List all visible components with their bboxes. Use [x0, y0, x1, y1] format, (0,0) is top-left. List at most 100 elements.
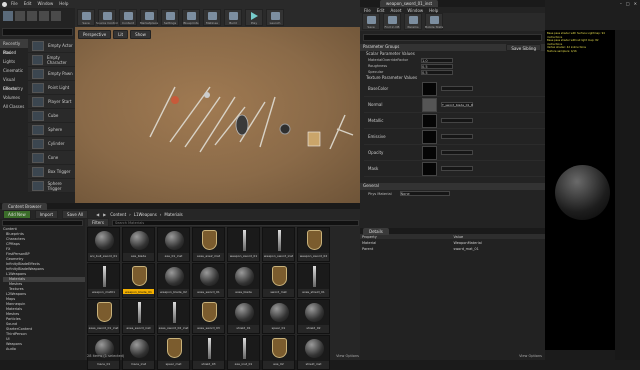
asset-tile[interactable]: shield_02 — [297, 299, 330, 334]
placeable-item[interactable]: Empty Character — [28, 53, 75, 67]
texture-thumb[interactable] — [422, 81, 437, 96]
modes-category[interactable]: Lights — [0, 57, 28, 66]
asset-tile[interactable]: axes_axe2_mat — [192, 227, 225, 262]
menu-asset[interactable]: Asset — [390, 8, 401, 13]
minimize-icon[interactable]: – — [620, 1, 622, 6]
view-options-button[interactable]: View Options — [336, 354, 359, 360]
asset-tile[interactable]: weapon_blade_01 — [122, 263, 155, 298]
texture-field[interactable] — [441, 118, 473, 123]
modes-category[interactable]: All Classes — [0, 102, 28, 111]
menu-file[interactable]: File — [11, 1, 18, 7]
texture-field[interactable] — [441, 150, 473, 155]
texture-param-row[interactable]: BaseColor — [364, 81, 545, 97]
modes-search[interactable] — [2, 28, 73, 36]
tree-search[interactable] — [2, 220, 83, 226]
placeable-item[interactable]: Cube — [28, 109, 75, 123]
param-groups-header[interactable]: Parameter Groups Save Sibling — [360, 44, 545, 51]
menu-edit[interactable]: Edit — [377, 8, 385, 13]
asset-tile[interactable]: weapon_sword_01 — [227, 227, 260, 262]
texture-field[interactable] — [441, 86, 473, 91]
modes-category[interactable]: Visual Effects — [0, 75, 28, 91]
tab-content-browser[interactable]: Content Browser — [2, 203, 48, 210]
asset-tile[interactable]: axe_inst_01 — [227, 335, 260, 370]
details-search[interactable] — [363, 34, 542, 41]
placeable-item[interactable]: Empty Pawn — [28, 67, 75, 81]
asset-tile[interactable]: shield_03 — [192, 335, 225, 370]
save-button[interactable]: Save — [362, 13, 380, 30]
modes-category[interactable]: Geometry — [0, 84, 28, 93]
asset-tile[interactable]: axe_02 — [262, 335, 295, 370]
modes-category[interactable]: Cinematic — [0, 66, 28, 75]
breadcrumb-item[interactable]: L1Weapons — [134, 212, 157, 217]
modes-recent[interactable]: Recently Placed — [0, 39, 28, 55]
asset-tile[interactable]: axes_blade — [227, 263, 260, 298]
landscape-mode-icon[interactable] — [27, 11, 37, 21]
mobile-stats-button[interactable]: Mobile Stats — [425, 13, 443, 30]
menu-edit[interactable]: Edit — [24, 1, 32, 7]
texture-param-row[interactable]: Opacity — [364, 145, 545, 161]
texture-param-row[interactable]: Emissive — [364, 129, 545, 145]
modes-category[interactable]: Volumes — [0, 93, 28, 102]
texture-field[interactable] — [441, 166, 473, 171]
blueprints-button[interactable]: Blueprints — [182, 9, 200, 26]
param-value[interactable]: 0.5 — [421, 69, 453, 75]
play-button[interactable]: Play — [245, 9, 263, 26]
param-value[interactable]: 1.0 — [421, 57, 453, 63]
place-mode-icon[interactable] — [3, 11, 13, 21]
viewport[interactable]: Perspective Lit Show — [75, 27, 360, 203]
placeable-item[interactable]: Cylinder — [28, 137, 75, 151]
source-control-button[interactable]: Source Control — [96, 9, 118, 26]
menu-window[interactable]: Window — [37, 1, 53, 7]
asset-tile[interactable]: weapon_mat01 — [87, 263, 120, 298]
asset-tile[interactable]: axe_01_inst — [157, 227, 190, 262]
build-button[interactable]: Build — [224, 9, 242, 26]
launch-button[interactable]: Launch — [266, 9, 284, 26]
placeable-item[interactable]: Player Start — [28, 95, 75, 109]
texture-param-row[interactable]: Mask — [364, 161, 545, 177]
material-preview[interactable]: Base pass shader with Surface Lightmap: … — [545, 30, 615, 350]
geometry-mode-icon[interactable] — [51, 11, 61, 21]
settings-button[interactable]: Settings — [161, 9, 179, 26]
placeable-item[interactable]: Empty Actor — [28, 39, 75, 53]
asset-tile[interactable]: weapon_blade_02 — [157, 263, 190, 298]
asset-tile[interactable]: mace_01 — [87, 335, 120, 370]
menu-file[interactable]: File — [364, 8, 371, 13]
breadcrumb-item[interactable]: Content — [110, 212, 126, 217]
filters-button[interactable]: Filters — [87, 218, 109, 227]
texture-param-row[interactable]: Normal T_sword_blade_01_D — [364, 97, 545, 113]
asset-tile[interactable]: spear_01 — [262, 299, 295, 334]
asset-search-input[interactable]: Search Materials — [112, 219, 359, 226]
asset-tile[interactable]: weapon_sword_inst — [262, 227, 295, 262]
asset-tile[interactable]: sword_mat — [262, 263, 295, 298]
menu-window[interactable]: Window — [407, 8, 423, 13]
asset-tile[interactable]: spear_mat — [157, 335, 190, 370]
asset-tile[interactable]: weapon_sword_02 — [297, 227, 330, 262]
param-value[interactable]: 0.5 — [421, 63, 453, 69]
close-icon[interactable]: ✕ — [634, 1, 637, 6]
texture-thumb[interactable] — [422, 145, 437, 160]
asset-tile[interactable]: axe_blade — [122, 227, 155, 262]
import-button[interactable]: Import — [34, 209, 59, 219]
params-button[interactable]: Params — [404, 13, 422, 30]
asset-tile[interactable]: ani_bull_sword_01 — [87, 227, 120, 262]
texture-thumb[interactable] — [422, 97, 437, 112]
placeable-item[interactable]: Box Trigger — [28, 165, 75, 179]
asset-tile[interactable]: mace_inst — [122, 335, 155, 370]
tree-item[interactable]: Audio — [3, 347, 85, 352]
content-button[interactable]: Content — [119, 9, 137, 26]
nav-back-icon[interactable]: ◀ — [96, 212, 99, 217]
asset-tile[interactable]: shield_inst — [297, 335, 330, 370]
nav-forward-icon[interactable]: ▶ — [103, 212, 106, 217]
asset-tile[interactable]: shield_01 — [227, 299, 260, 334]
placeable-item[interactable]: Point Light — [28, 81, 75, 95]
paint-mode-icon[interactable] — [15, 11, 25, 21]
asset-tile[interactable]: axes_shield_01 — [297, 263, 330, 298]
marketplace-button[interactable]: Marketplace — [140, 9, 158, 26]
menu-help[interactable]: Help — [429, 8, 438, 13]
breadcrumb-item[interactable]: Materials — [164, 212, 182, 217]
phys-material-field[interactable]: None — [399, 191, 450, 196]
foliage-mode-icon[interactable] — [39, 11, 49, 21]
save-button[interactable]: Save — [77, 9, 95, 26]
find-in-cb-button[interactable]: Find in CB — [383, 13, 401, 30]
asset-tile[interactable]: axes_sword_01_inst — [87, 299, 120, 334]
